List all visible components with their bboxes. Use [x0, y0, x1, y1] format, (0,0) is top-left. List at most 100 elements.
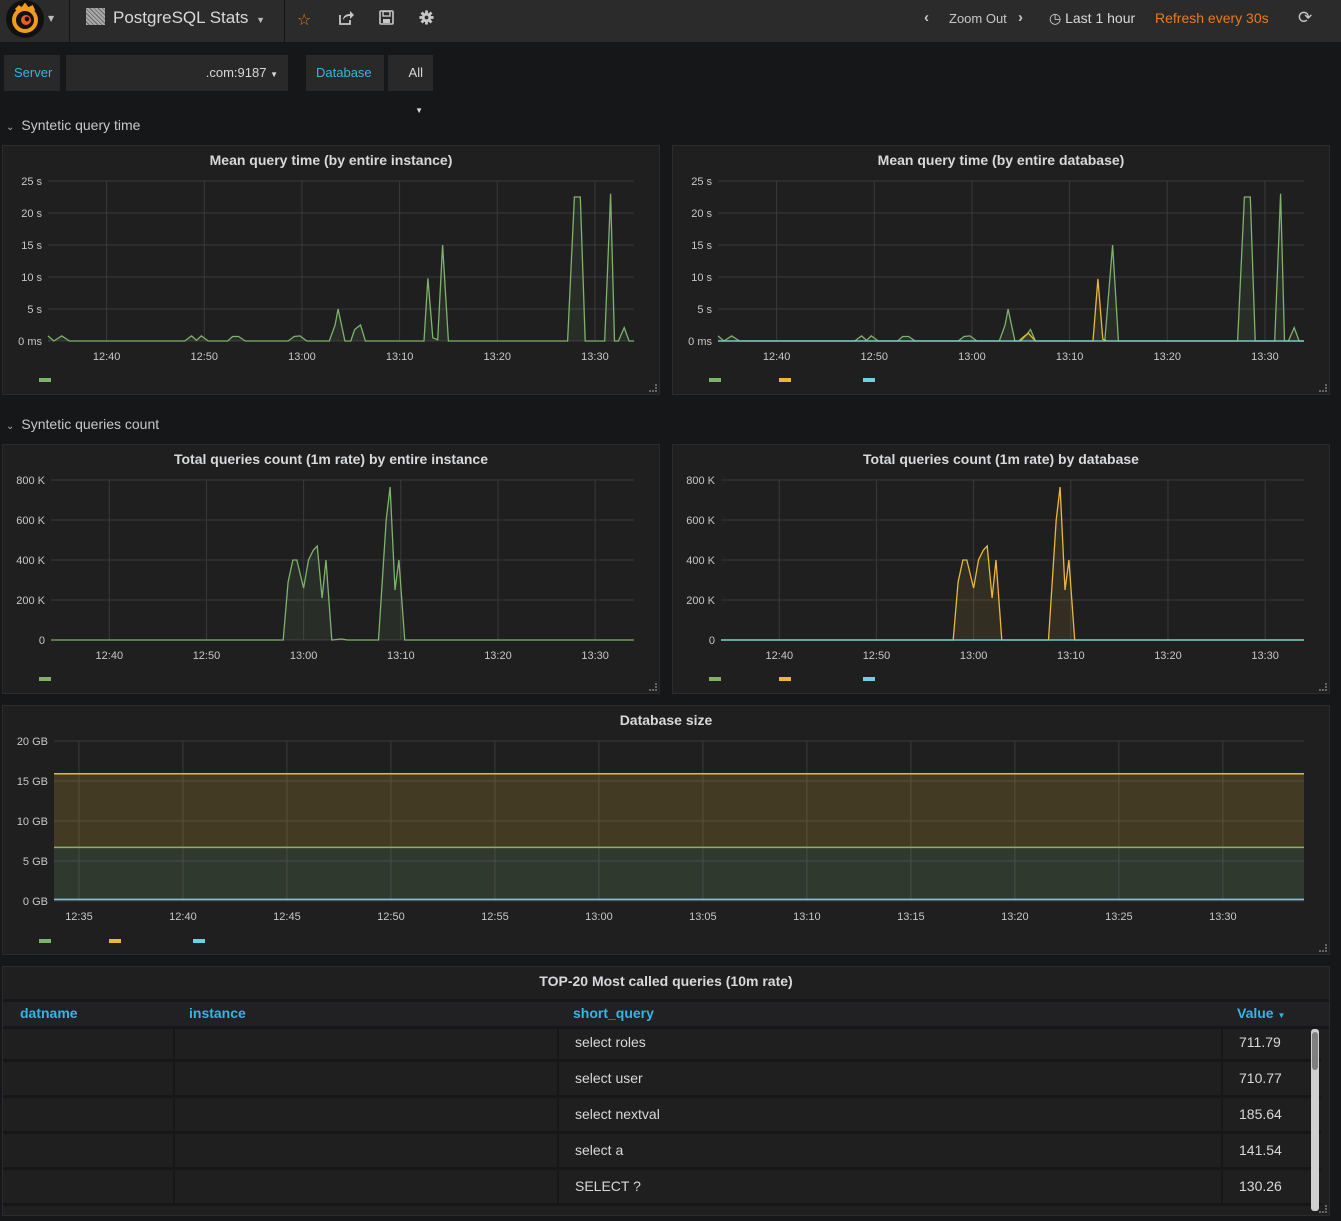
panel-database-size: Database size 0 GB 5 GB 10 GB 15 GB 20 GB 12:…	[2, 705, 1330, 955]
row-header-query-time[interactable]: ⌄ Syntetic query time	[6, 117, 140, 133]
y-tick-label: 15 s	[21, 240, 42, 252]
y-tick-label: 15 s	[691, 240, 712, 252]
x-tick-label: 12:40	[169, 911, 197, 923]
panel-queries-count-database: Total queries count (1m rate) by databas…	[672, 444, 1330, 694]
gear-icon[interactable]	[419, 10, 434, 29]
y-tick-label: 5 s	[27, 304, 42, 316]
y-tick-label: 20 s	[21, 208, 42, 220]
cell-datname	[3, 1026, 173, 1059]
panel-resize-handle[interactable]	[1319, 683, 1327, 691]
cell-datname	[3, 1170, 173, 1203]
table-row: SELECT ? 130.26	[3, 1170, 1321, 1206]
database-variable-select[interactable]: All ▼	[388, 55, 433, 115]
y-tick-label: 0 ms	[18, 336, 42, 348]
cell-value: 710.77	[1221, 1062, 1321, 1095]
legend-swatch	[709, 378, 721, 382]
panel-queries-count-instance: Total queries count (1m rate) by entire …	[2, 444, 660, 694]
cell-value: 130.26	[1221, 1170, 1321, 1203]
y-tick-label: 25 s	[691, 176, 712, 188]
cell-instance	[173, 1098, 557, 1131]
chart-database-size: 0 GB 5 GB 10 GB 15 GB 20 GB 12:35 12:40 12:45 12…	[17, 736, 1304, 943]
panel-resize-handle[interactable]	[1319, 1205, 1327, 1213]
table-row: select user 710.77	[3, 1062, 1321, 1098]
y-tick-label: 20 GB	[17, 736, 48, 748]
cell-value: 185.64	[1221, 1098, 1321, 1131]
table-scrollbar[interactable]	[1311, 1029, 1319, 1211]
share-icon[interactable]	[338, 10, 354, 30]
y-tick-label: 0 ms	[688, 336, 712, 348]
grafana-logo-icon[interactable]	[6, 0, 44, 38]
x-tick-label: 12:50	[377, 911, 405, 923]
cell-datname	[3, 1134, 173, 1167]
panel-resize-handle[interactable]	[1319, 944, 1327, 952]
y-tick-label: 0	[39, 635, 45, 647]
panel-top-queries-table: TOP-20 Most called queries (10m rate) da…	[2, 966, 1330, 1216]
legend-swatch	[779, 677, 791, 681]
caret-down-icon: ▼	[270, 70, 278, 79]
y-tick-label: 5 s	[697, 304, 712, 316]
series-area	[48, 193, 634, 341]
x-tick-label: 13:00	[960, 650, 988, 662]
chevron-down-icon: ⌄	[6, 421, 15, 432]
legend-swatch	[863, 677, 875, 681]
series-area	[54, 847, 1304, 900]
x-tick-label: 13:00	[958, 351, 986, 363]
panel-title[interactable]: TOP-20 Most called queries (10m rate)	[3, 973, 1329, 989]
divider	[69, 0, 70, 42]
refresh-icon[interactable]: ⟳	[1298, 8, 1312, 28]
dashboard-grid-icon	[86, 8, 105, 25]
row-title: Syntetic query time	[21, 117, 141, 133]
legend-swatch	[109, 939, 121, 943]
x-tick-label: 13:25	[1105, 911, 1133, 923]
x-tick-label: 13:30	[1209, 911, 1237, 923]
chevron-down-icon[interactable]: ▼	[48, 14, 54, 23]
time-range-picker[interactable]: ◷ Last 1 hour	[1049, 10, 1135, 27]
star-icon[interactable]: ☆	[297, 10, 311, 29]
panel-resize-handle[interactable]	[649, 384, 657, 392]
save-icon[interactable]	[379, 10, 394, 29]
zoom-out-button[interactable]: Zoom Out	[949, 11, 1007, 26]
y-tick-label: 5 GB	[23, 856, 48, 868]
cell-short-query: select a	[557, 1134, 1221, 1167]
panel-mean-query-instance: Mean query time (by entire instance) 0 m…	[2, 145, 660, 395]
chart-queries-count-database: 0 200 K 400 K 600 K 800 K 12:40 12:50 13:00 13:1…	[686, 475, 1304, 681]
time-back-icon[interactable]: ‹	[924, 9, 929, 26]
series-area	[721, 487, 1304, 640]
cell-short-query: SELECT ?	[557, 1170, 1221, 1203]
row-header-queries-count[interactable]: ⌄ Syntetic queries count	[6, 416, 159, 432]
column-header-value-label: Value	[1237, 1005, 1274, 1021]
panel-mean-query-database: Mean query time (by entire database) 0 m…	[672, 145, 1330, 395]
column-header-datname[interactable]: datname	[20, 1005, 78, 1021]
x-tick-label: 13:10	[793, 911, 821, 923]
x-tick-label: 13:20	[484, 351, 512, 363]
y-tick-label: 0 GB	[23, 896, 48, 908]
panel-resize-handle[interactable]	[649, 683, 657, 691]
x-tick-label: 13:30	[1251, 650, 1279, 662]
y-tick-label: 10 s	[691, 272, 712, 284]
scrollbar-thumb[interactable]	[1312, 1032, 1318, 1070]
server-variable-select[interactable]: .com:9187 ▼	[66, 55, 288, 91]
dashboard-title: PostgreSQL Stats	[113, 8, 249, 27]
column-header-instance[interactable]: instance	[189, 1005, 246, 1021]
y-tick-label: 10 GB	[17, 816, 48, 828]
chart-mean-query-database: 0 ms 5 s 10 s 15 s 20 s 25 s 12:40 12:50 13:00 13…	[688, 176, 1304, 382]
panel-resize-handle[interactable]	[1319, 384, 1327, 392]
row-title: Syntetic queries count	[21, 416, 160, 432]
y-tick-label: 800 K	[16, 475, 45, 487]
cell-instance	[173, 1170, 557, 1203]
chart-queries-count-instance: 0 200 K 400 K 600 K 800 K 12:40 12:50 13:00 13:1…	[16, 475, 634, 681]
cell-value: 141.54	[1221, 1134, 1321, 1167]
column-header-value[interactable]: Value ▼	[1237, 1005, 1285, 1021]
y-tick-label: 200 K	[16, 595, 45, 607]
y-tick-label: 400 K	[686, 555, 715, 567]
refresh-interval-label[interactable]: Refresh every 30s	[1155, 10, 1269, 26]
y-tick-label: 600 K	[16, 515, 45, 527]
column-header-short-query[interactable]: short_query	[573, 1005, 654, 1021]
y-tick-label: 10 s	[21, 272, 42, 284]
time-forward-icon[interactable]: ›	[1018, 9, 1023, 26]
dashboard-picker[interactable]: PostgreSQL Stats ▼	[86, 8, 265, 28]
x-tick-label: 12:45	[273, 911, 301, 923]
divider	[284, 0, 285, 42]
x-tick-label: 12:50	[191, 351, 219, 363]
x-tick-label: 13:00	[585, 911, 613, 923]
